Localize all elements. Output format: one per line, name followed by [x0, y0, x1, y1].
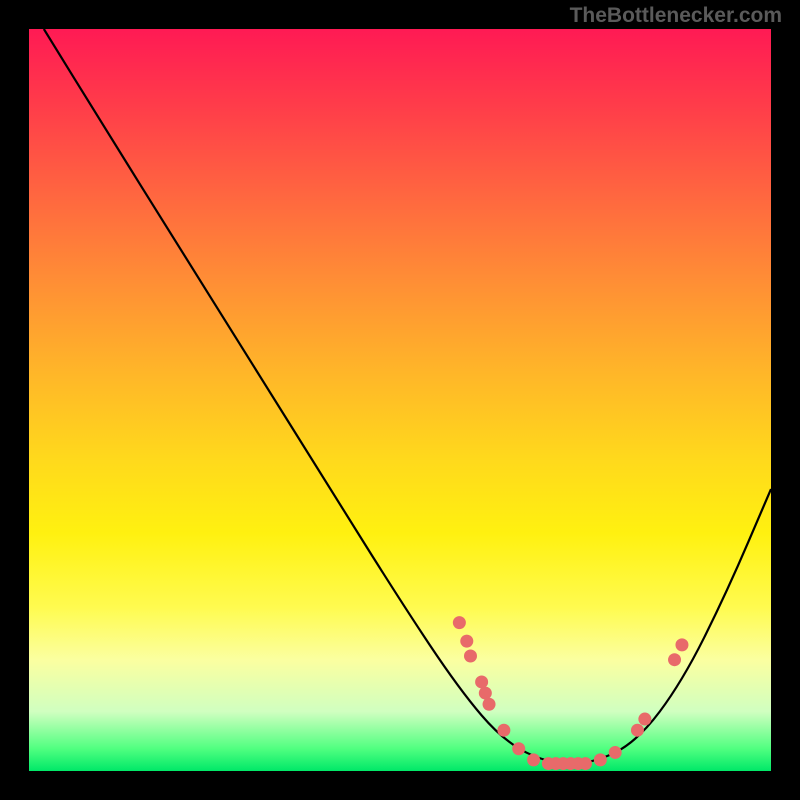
data-marker	[579, 757, 592, 770]
watermark-text: TheBottlenecker.com	[570, 4, 782, 28]
data-marker	[453, 616, 466, 629]
data-marker	[609, 746, 622, 759]
data-marker	[594, 753, 607, 766]
data-marker	[475, 675, 488, 688]
data-marker	[483, 698, 496, 711]
data-marker	[675, 638, 688, 651]
data-markers-group	[453, 616, 689, 770]
chart-svg	[29, 29, 771, 771]
chart-plot-area	[29, 29, 771, 771]
data-marker	[512, 742, 525, 755]
data-marker	[460, 635, 473, 648]
data-marker	[631, 724, 644, 737]
bottleneck-curve-path	[44, 29, 771, 764]
data-marker	[464, 649, 477, 662]
data-marker	[479, 687, 492, 700]
data-marker	[638, 713, 651, 726]
data-marker	[527, 753, 540, 766]
data-marker	[668, 653, 681, 666]
data-marker	[497, 724, 510, 737]
